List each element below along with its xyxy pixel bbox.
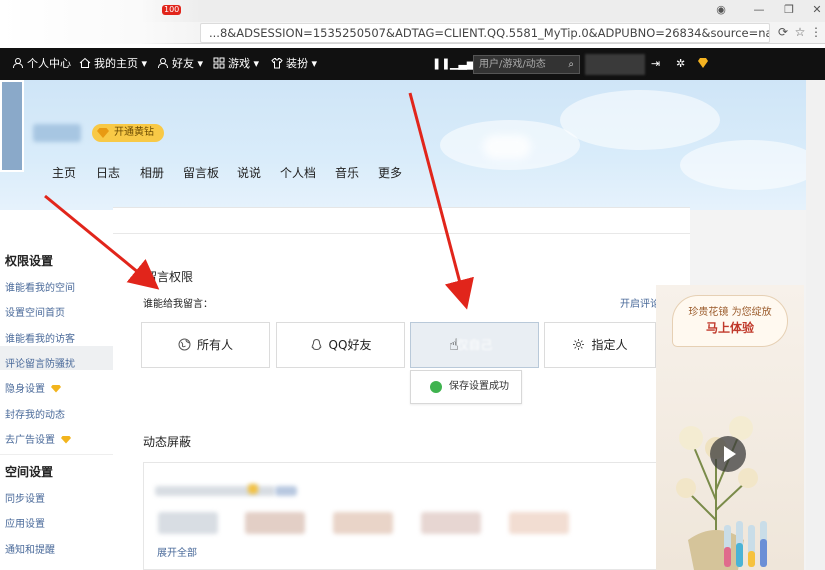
arrow-to-anti-harassment <box>44 194 160 290</box>
annotation-arrows <box>44 92 474 310</box>
arrow-to-only-me <box>408 92 474 310</box>
